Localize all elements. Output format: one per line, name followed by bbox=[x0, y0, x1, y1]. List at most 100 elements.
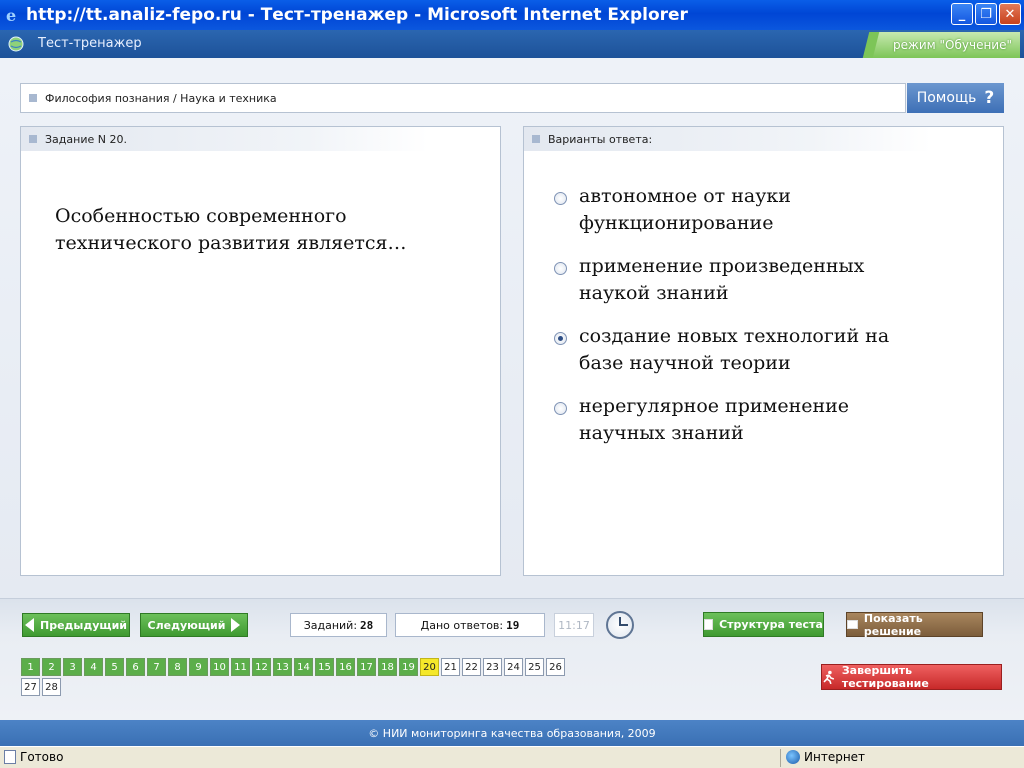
help-label: Помощь bbox=[916, 90, 977, 106]
test-structure-label: Структура теста bbox=[719, 618, 823, 631]
question-number-9[interactable]: 9 bbox=[189, 658, 208, 676]
answer-option[interactable]: нерегулярное применение научных знаний bbox=[554, 393, 984, 447]
zone-text: Интернет bbox=[804, 750, 866, 764]
question-number-23[interactable]: 23 bbox=[483, 658, 502, 676]
radio-button[interactable] bbox=[554, 192, 567, 205]
bullet-square-icon bbox=[29, 94, 37, 102]
svg-text:e: e bbox=[6, 6, 16, 24]
control-bar: Предыдущий Следующий Заданий: 28 Дано от… bbox=[0, 598, 1024, 720]
internet-zone-icon bbox=[786, 750, 800, 764]
tasks-counter: Заданий: 28 bbox=[290, 613, 387, 637]
timer: 11:17 bbox=[554, 613, 594, 637]
arrow-left-icon bbox=[24, 618, 34, 632]
answered-value: 19 bbox=[506, 618, 520, 632]
window-titlebar: e http://tt.analiz-fepo.ru - Тест-тренаж… bbox=[0, 0, 1024, 30]
answer-option-text: применение произведенных наукой знаний bbox=[579, 255, 865, 304]
question-number-25[interactable]: 25 bbox=[525, 658, 544, 676]
question-number-8[interactable]: 8 bbox=[168, 658, 187, 676]
bullet-square-icon bbox=[532, 135, 540, 143]
previous-label: Предыдущий bbox=[39, 618, 127, 632]
question-number-7[interactable]: 7 bbox=[147, 658, 166, 676]
question-number-5[interactable]: 5 bbox=[105, 658, 124, 676]
question-number-1[interactable]: 1 bbox=[21, 658, 40, 676]
maximize-button[interactable]: ❐ bbox=[975, 3, 997, 25]
question-text: Особенностью современного технического р… bbox=[55, 205, 407, 254]
running-man-icon bbox=[823, 670, 835, 684]
mode-label: режим "Обучение" bbox=[893, 38, 1012, 52]
main-area: Философия познания / Наука и техника Пом… bbox=[0, 58, 1024, 598]
answer-option[interactable]: создание новых технологий на базе научно… bbox=[554, 323, 984, 377]
answer-option-text: создание новых технологий на базе научно… bbox=[579, 325, 890, 374]
bullet-square-icon bbox=[29, 135, 37, 143]
internet-explorer-icon: e bbox=[6, 6, 16, 24]
next-button[interactable]: Следующий bbox=[140, 613, 248, 637]
answer-option[interactable]: применение произведенных наукой знаний bbox=[554, 253, 984, 307]
radio-button[interactable] bbox=[554, 402, 567, 415]
mode-indicator: режим "Обучение" bbox=[872, 32, 1020, 58]
show-solution-label: Показать решение bbox=[863, 611, 923, 638]
app-header: Тест-тренажер режим "Обучение" bbox=[0, 30, 1024, 58]
question-number-21[interactable]: 21 bbox=[441, 658, 460, 676]
radio-button[interactable] bbox=[554, 262, 567, 275]
question-panel: Задание N 20. Особенностью современного … bbox=[20, 126, 501, 576]
help-button[interactable]: Помощь ? bbox=[907, 83, 1004, 113]
breadcrumb: Философия познания / Наука и техника bbox=[20, 83, 906, 113]
question-number-18[interactable]: 18 bbox=[378, 658, 397, 676]
question-number-16[interactable]: 16 bbox=[336, 658, 355, 676]
question-number-17[interactable]: 17 bbox=[357, 658, 376, 676]
status-divider bbox=[780, 749, 781, 767]
question-number-28[interactable]: 28 bbox=[42, 678, 61, 696]
status-left: Готово bbox=[4, 750, 63, 764]
question-number-6[interactable]: 6 bbox=[126, 658, 145, 676]
previous-button[interactable]: Предыдущий bbox=[22, 613, 130, 637]
question-number-14[interactable]: 14 bbox=[294, 658, 313, 676]
question-number-4[interactable]: 4 bbox=[84, 658, 103, 676]
answers-heading: Варианты ответа: bbox=[548, 132, 653, 146]
answer-option-text: нерегулярное применение научных знаний bbox=[579, 395, 850, 444]
tasks-value: 28 bbox=[360, 618, 374, 632]
question-number-11[interactable]: 11 bbox=[231, 658, 250, 676]
question-mark-icon: ? bbox=[984, 88, 995, 108]
window-title: http://tt.analiz-fepo.ru - Тест-тренажер… bbox=[26, 5, 688, 25]
show-solution-button[interactable]: Показать решение bbox=[846, 611, 983, 638]
next-label: Следующий bbox=[147, 618, 226, 632]
book-icon bbox=[847, 620, 858, 629]
answered-label: Дано ответов: bbox=[420, 618, 504, 632]
question-number-10[interactable]: 10 bbox=[210, 658, 229, 676]
question-number-12[interactable]: 12 bbox=[252, 658, 271, 676]
question-number-27[interactable]: 27 bbox=[21, 678, 40, 696]
copyright-footer: © НИИ мониторинга качества образования, … bbox=[0, 720, 1024, 746]
question-number-3[interactable]: 3 bbox=[63, 658, 82, 676]
answers-panel-header: Варианты ответа: bbox=[524, 127, 1003, 151]
clock-icon bbox=[606, 611, 634, 639]
answer-options: автономное от науки функционирование при… bbox=[554, 183, 984, 463]
tasks-label: Заданий: bbox=[303, 618, 358, 632]
finish-testing-button[interactable]: Завершить тестирование bbox=[821, 664, 1002, 690]
question-number-2[interactable]: 2 bbox=[42, 658, 61, 676]
breadcrumb-text: Философия познания / Наука и техника bbox=[45, 91, 277, 105]
question-number-grid: 1 2 3 4 5 6 7 8 9 10 11 12 13 14 15 16 17 18 19 20 21 22 23 24 2… bbox=[21, 658, 581, 696]
answer-option[interactable]: автономное от науки функционирование bbox=[554, 183, 984, 237]
question-number-15[interactable]: 15 bbox=[315, 658, 334, 676]
globe-icon bbox=[8, 36, 24, 52]
question-number-22[interactable]: 22 bbox=[462, 658, 481, 676]
question-number-26[interactable]: 26 bbox=[546, 658, 565, 676]
answered-counter: Дано ответов: 19 bbox=[395, 613, 545, 637]
app-title: Тест-тренажер bbox=[38, 36, 142, 51]
question-panel-header: Задание N 20. bbox=[21, 127, 500, 151]
question-number: Задание N 20. bbox=[45, 132, 127, 146]
question-number-19[interactable]: 19 bbox=[399, 658, 418, 676]
radio-button-selected[interactable] bbox=[554, 332, 567, 345]
status-zone: Интернет bbox=[786, 750, 865, 764]
question-number-13[interactable]: 13 bbox=[273, 658, 292, 676]
finish-testing-label: Завершить тестирование bbox=[841, 664, 929, 690]
copyright-text: © НИИ мониторинга качества образования, … bbox=[368, 726, 656, 740]
minimize-button[interactable]: _ bbox=[951, 3, 973, 25]
test-structure-button[interactable]: Структура теста bbox=[703, 612, 824, 637]
page-icon bbox=[4, 750, 16, 764]
status-text: Готово bbox=[20, 750, 64, 764]
question-number-24[interactable]: 24 bbox=[504, 658, 523, 676]
close-button[interactable]: ✕ bbox=[999, 3, 1021, 25]
document-icon bbox=[704, 619, 714, 630]
question-number-20[interactable]: 20 bbox=[420, 658, 439, 676]
